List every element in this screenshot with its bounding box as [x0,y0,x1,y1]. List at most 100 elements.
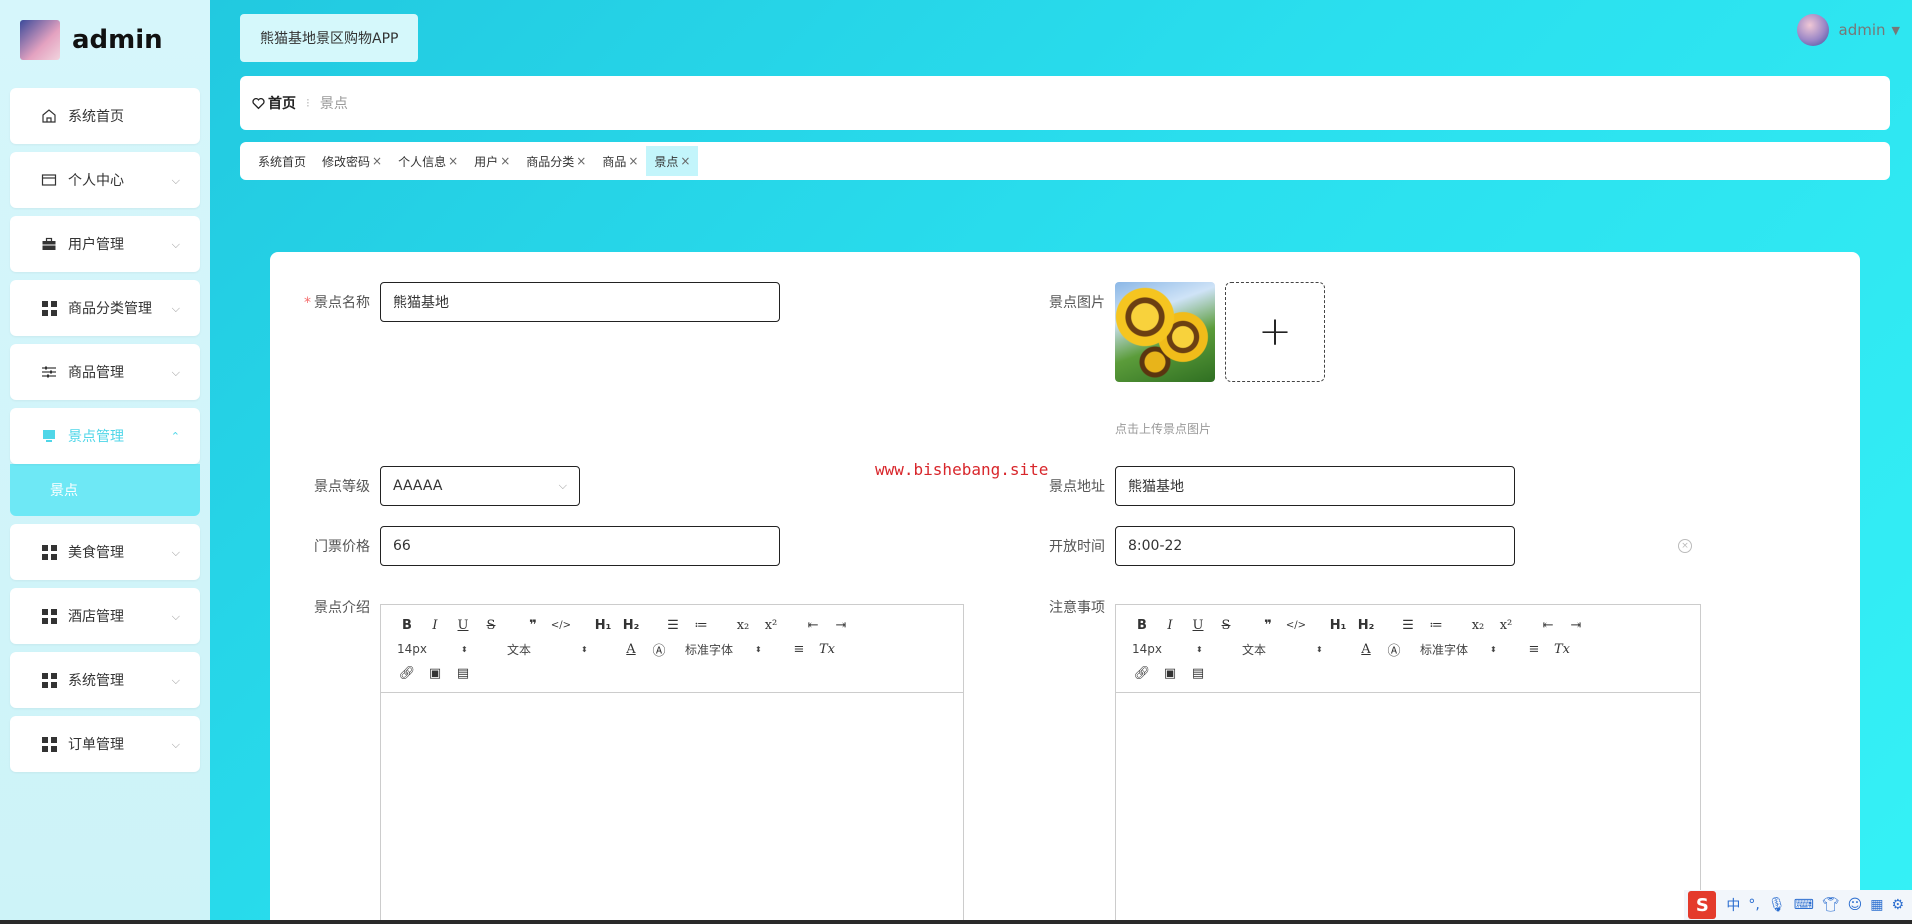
punctuation-icon[interactable]: °, [1748,897,1759,913]
tab-scenic[interactable]: 景点 × [646,146,699,176]
address-input[interactable]: 熊猫基地 [1115,466,1515,506]
toolbox-icon[interactable]: ▦ [1870,897,1883,913]
level-select[interactable]: AAAAA ⌵ [380,466,580,506]
tab-personal-info[interactable]: 个人信息 × [390,146,466,176]
h1-button[interactable]: H₁ [589,618,617,633]
sidebar-item-products[interactable]: 商品管理 ⌵ [10,344,200,400]
sidebar-item-scenic[interactable]: 景点管理 ⌃ [10,408,200,464]
tab-change-password[interactable]: 修改密码 × [314,146,390,176]
outdent-button[interactable]: ⇤ [799,618,827,633]
ime-lang[interactable]: 中 [1726,895,1740,915]
outdent-button[interactable]: ⇤ [1534,618,1562,633]
font-color-button[interactable]: A [1352,642,1380,657]
settings-icon[interactable]: ⚙ [1891,897,1904,913]
user-menu[interactable]: admin ▼ [1796,14,1900,46]
tab-products[interactable]: 商品 × [594,146,646,176]
font-family-select[interactable]: 标准字体 ⬍ [1420,641,1520,658]
uploaded-image-thumbnail[interactable] [1115,282,1215,382]
font-size-select[interactable]: 14px ⬍ [1132,642,1222,656]
sidebar-item-hotel[interactable]: 酒店管理 ⌵ [10,588,200,644]
clear-format-button[interactable]: Tx [813,642,841,657]
microphone-icon[interactable]: 🎙︎ [1768,897,1786,913]
hours-input[interactable]: 8:00-22 [1115,526,1515,566]
link-icon[interactable]: 🔗︎ [393,666,421,681]
close-icon[interactable]: × [680,154,690,168]
h2-button[interactable]: H₂ [1352,618,1380,633]
superscript-button[interactable]: x² [757,618,785,633]
tab-label: 用户 [474,154,499,169]
text-type-select[interactable]: 文本 ⬍ [507,641,617,658]
tab-home[interactable]: 系统首页 [250,146,314,176]
bullet-list-button[interactable]: ≔ [687,618,715,633]
sidebar-item-orders[interactable]: 订单管理 ⌵ [10,716,200,772]
sidebar-item-personal[interactable]: 个人中心 ⌵ [10,152,200,208]
close-icon[interactable]: × [628,154,638,168]
name-input[interactable]: 熊猫基地 [380,282,780,322]
sidebar-item-product-category[interactable]: 商品分类管理 ⌵ [10,280,200,336]
strike-button[interactable]: S [1212,618,1240,633]
bullet-list-button[interactable]: ≔ [1422,618,1450,633]
indent-button[interactable]: ⇥ [1562,618,1590,633]
text-type-select[interactable]: 文本 ⬍ [1242,641,1352,658]
intro-editor-content[interactable] [381,693,963,923]
clear-format-button[interactable]: Tx [1548,642,1576,657]
align-button[interactable]: ≡ [1520,642,1548,657]
close-icon[interactable]: × [372,154,382,168]
close-icon[interactable]: × [576,154,586,168]
sidebar-item-home[interactable]: 系统首页 [10,88,200,144]
strike-button[interactable]: S [477,618,505,633]
superscript-button[interactable]: x² [1492,618,1520,633]
font-size-value: 14px [1132,642,1162,656]
indent-button[interactable]: ⇥ [827,618,855,633]
align-button[interactable]: ≡ [785,642,813,657]
subscript-button[interactable]: x₂ [729,618,757,633]
background-color-button[interactable]: Ⓐ [645,640,673,659]
home-icon [40,107,58,125]
chevron-down-icon: ⌵ [171,674,180,687]
notes-editor-content[interactable] [1116,693,1700,923]
sidebar-item-users[interactable]: 用户管理 ⌵ [10,216,200,272]
sidebar-subitem-scenic[interactable]: 景点 [10,464,200,516]
bold-button[interactable]: B [1128,618,1156,633]
quote-button[interactable]: ❞ [519,618,547,633]
video-icon[interactable]: ▤ [449,666,477,681]
sidebar-item-system[interactable]: 系统管理 ⌵ [10,652,200,708]
emoji-icon[interactable]: ☺ [1848,897,1863,913]
breadcrumb-home[interactable]: 首页 [252,93,296,113]
skin-icon[interactable]: 👕︎ [1822,897,1840,913]
italic-button[interactable]: I [1156,618,1184,633]
close-icon[interactable]: × [500,154,510,168]
video-icon[interactable]: ▤ [1184,666,1212,681]
sidebar-item-label: 系统首页 [68,109,124,125]
address-label: 景点地址 [1049,479,1105,495]
font-size-select[interactable]: 14px ⬍ [397,642,487,656]
clear-icon[interactable]: × [1678,539,1692,553]
underline-button[interactable]: U [1184,618,1212,633]
ordered-list-button[interactable]: ☰ [1394,618,1422,633]
close-icon[interactable]: × [448,154,458,168]
upload-button[interactable]: + [1225,282,1325,382]
h1-button[interactable]: H₁ [1324,618,1352,633]
underline-button[interactable]: U [449,618,477,633]
link-icon[interactable]: 🔗︎ [1128,666,1156,681]
image-icon[interactable]: ▣ [1156,666,1184,681]
code-button[interactable]: </> [1282,620,1310,631]
h2-button[interactable]: H₂ [617,618,645,633]
subscript-button[interactable]: x₂ [1464,618,1492,633]
bold-button[interactable]: B [393,618,421,633]
font-color-button[interactable]: A [617,642,645,657]
breadcrumb: 首页 ⁝ 景点 [240,76,1890,130]
sogou-logo-icon[interactable]: S [1688,891,1717,919]
price-input[interactable]: 66 [380,526,780,566]
font-family-select[interactable]: 标准字体 ⬍ [685,641,785,658]
background-color-button[interactable]: Ⓐ [1380,640,1408,659]
image-icon[interactable]: ▣ [421,666,449,681]
tab-users[interactable]: 用户 × [466,146,518,176]
tab-product-category[interactable]: 商品分类 × [518,146,594,176]
keyboard-icon[interactable]: ⌨ [1794,897,1814,913]
quote-button[interactable]: ❞ [1254,618,1282,633]
italic-button[interactable]: I [421,618,449,633]
sidebar-item-food[interactable]: 美食管理 ⌵ [10,524,200,580]
ordered-list-button[interactable]: ☰ [659,618,687,633]
code-button[interactable]: </> [547,620,575,631]
